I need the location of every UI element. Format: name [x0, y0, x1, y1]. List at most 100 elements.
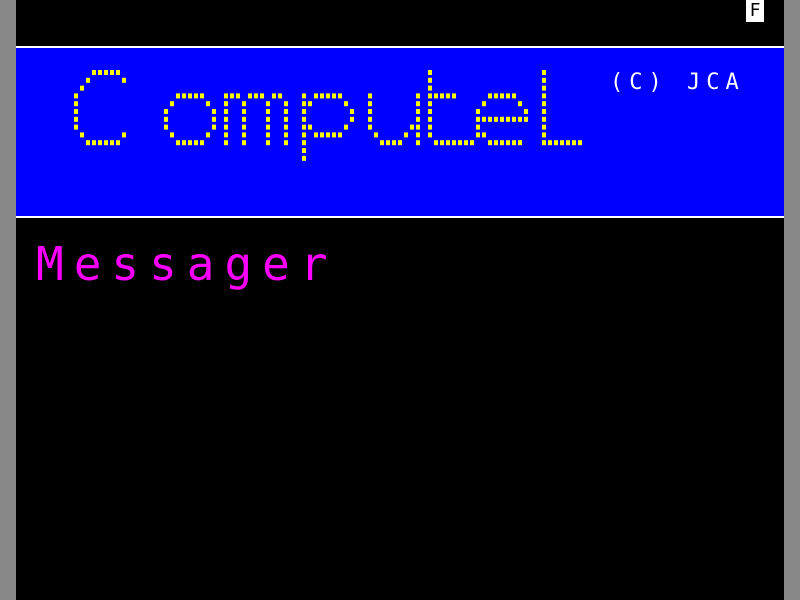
logo-block: [416, 132, 420, 138]
logo-block: [350, 116, 354, 122]
logo-block: [236, 93, 240, 99]
logo-block: [458, 140, 462, 146]
logo-block: [506, 93, 510, 99]
logo-block: [452, 93, 456, 99]
logo-block: [332, 93, 336, 99]
logo-block: [170, 101, 174, 107]
logo-block: [278, 93, 282, 99]
logo-block: [302, 109, 306, 114]
logo-block: [266, 132, 270, 138]
logo-block: [302, 93, 306, 99]
logo-block: [416, 116, 420, 122]
logo-block: [500, 116, 504, 122]
logo-block: [518, 116, 522, 122]
logo-block: [500, 140, 504, 146]
logo-block: [302, 124, 306, 130]
logo-block: [200, 140, 204, 146]
logo-block: [398, 140, 402, 146]
page-title: Messager: [36, 237, 338, 291]
logo-block: [188, 140, 192, 146]
logo-block: [302, 101, 306, 107]
logo-block: [428, 77, 432, 83]
logo-block: [242, 124, 246, 130]
logo-block: [170, 132, 174, 138]
logo-block: [332, 132, 336, 138]
logo-block: [302, 140, 306, 146]
logo-block: [74, 101, 78, 107]
logo-block: [98, 70, 102, 75]
logo-block: [542, 70, 546, 75]
logo-block: [428, 132, 432, 138]
logo-block: [266, 109, 270, 114]
logo-block: [242, 140, 246, 146]
logo-block: [260, 93, 264, 99]
logo-block: [542, 101, 546, 107]
logo-block: [206, 132, 210, 138]
logo-block: [230, 93, 234, 99]
logo-block: [368, 124, 372, 130]
logo-block: [302, 116, 306, 122]
logo-block: [368, 116, 372, 122]
logo-block: [428, 85, 432, 91]
logo-block: [416, 140, 420, 146]
logo-block: [410, 124, 414, 130]
logo-block: [452, 140, 456, 146]
logo-block: [542, 132, 546, 138]
logo-block: [542, 109, 546, 114]
logo-block: [80, 85, 84, 91]
logo-block: [488, 116, 492, 122]
logo-block: [542, 140, 546, 146]
logo-block: [74, 93, 78, 99]
logo-block: [224, 132, 228, 138]
logo-block: [344, 124, 348, 130]
logo-block: [512, 116, 516, 122]
logo-block: [512, 140, 516, 146]
logo-block: [224, 109, 228, 114]
logo-block: [266, 101, 270, 107]
logo-block: [182, 140, 186, 146]
logo-block: [248, 93, 252, 99]
logo-block: [374, 132, 378, 138]
logo-block: [224, 101, 228, 107]
logo-block: [272, 93, 276, 99]
logo-block: [440, 93, 444, 99]
logo-block: [386, 140, 390, 146]
logo-block: [338, 132, 342, 138]
logo-block: [284, 124, 288, 130]
logo-block: [482, 116, 486, 122]
logo-block: [416, 124, 420, 130]
logo-block: [284, 101, 288, 107]
logo-block: [254, 93, 258, 99]
logo-block: [542, 124, 546, 130]
logo-block: [566, 140, 570, 146]
logo-block: [380, 140, 384, 146]
logo-block: [194, 93, 198, 99]
logo-block: [242, 109, 246, 114]
logo-block: [122, 77, 126, 83]
logo-block: [92, 70, 96, 75]
copyright-label: (C) JCA: [610, 70, 745, 95]
logo-block: [266, 116, 270, 122]
logo-block: [80, 132, 84, 138]
logo-block: [542, 116, 546, 122]
connection-status-indicator: F: [746, 0, 764, 22]
logo-block: [542, 85, 546, 91]
logo-block: [320, 132, 324, 138]
logo-block: [572, 140, 576, 146]
logo-block: [446, 93, 450, 99]
logo-block: [308, 124, 312, 130]
logo-block: [578, 140, 582, 146]
logo-block: [122, 132, 126, 138]
logo-block: [476, 132, 480, 138]
logo-block: [74, 109, 78, 114]
logo-block: [104, 140, 108, 146]
logo-block: [86, 140, 90, 146]
logo-block: [224, 124, 228, 130]
logo-block: [548, 140, 552, 146]
logo-block: [224, 140, 228, 146]
logo-block: [266, 140, 270, 146]
logo-block: [476, 124, 480, 130]
logo-block: [200, 93, 204, 99]
logo-block: [542, 77, 546, 83]
logo-block: [506, 140, 510, 146]
